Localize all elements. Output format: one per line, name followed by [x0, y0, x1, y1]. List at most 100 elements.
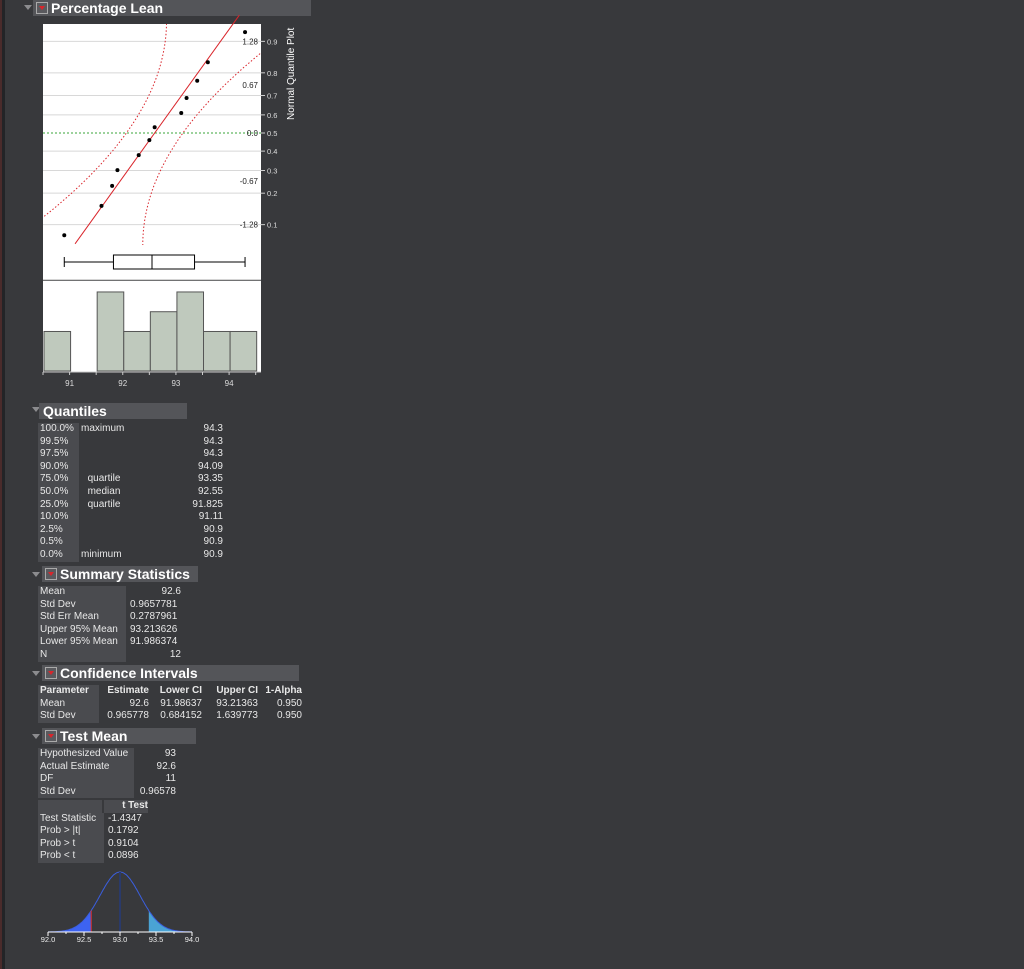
quantile-plot-frame [43, 24, 261, 245]
test-mean-label: Std Dev [38, 785, 134, 799]
summary-label: Std Dev [38, 598, 126, 612]
test-mean-row: DF 11 [38, 773, 176, 786]
t-test-row: Prob < t 0.0896 [38, 850, 148, 863]
quantile-percent: 75.0% [38, 473, 79, 486]
p-tick-label: 0.6 [267, 111, 277, 120]
quantile-label [79, 536, 127, 549]
ci-parameter: Std Dev [38, 710, 99, 723]
summary-statistics-table: Mean 92.6 Std Dev 0.9657781 Std Err Mean 0.27… [38, 586, 181, 662]
quantile-point [205, 60, 210, 65]
p-tick-label: 0.3 [267, 166, 277, 175]
density-tick-label: 93.0 [113, 935, 128, 944]
collapse-triangle-icon[interactable] [32, 671, 40, 676]
quantile-percent: 100.0% [38, 423, 79, 436]
test-mean-label: Actual Estimate [38, 760, 134, 774]
t-test-value: -1.4347 [108, 812, 142, 824]
red-triangle-menu-icon[interactable] [45, 568, 57, 580]
quantile-point [152, 125, 157, 130]
right-tail-area [148, 910, 192, 932]
ci-header-row: Parameter Estimate Lower CI Upper CI 1-Alpha [38, 685, 302, 698]
quantile-percent: 10.0% [38, 511, 79, 524]
quantile-label: maximum [81, 423, 125, 434]
quantile-row: 97.5% 94.3 [38, 448, 223, 461]
confidence-intervals-header[interactable]: Confidence Intervals [42, 665, 299, 681]
p-tick-label: 0.2 [267, 189, 277, 198]
summary-statistics-header[interactable]: Summary Statistics [42, 566, 198, 582]
test-mean-value: 93 [164, 748, 176, 759]
quantile-row: 0.0% minimum 90.9 [38, 548, 223, 562]
histogram-tick-label: 91 [65, 379, 74, 388]
summary-row: Upper 95% Mean 93.213626 [38, 623, 181, 637]
summary-row: N 12 [38, 648, 181, 662]
summary-row: Lower 95% Mean 91.986374 [38, 636, 181, 649]
quantile-point [136, 153, 141, 158]
quantile-value: 94.3 [203, 448, 223, 460]
confidence-intervals-table: Parameter Estimate Lower CI Upper CI 1-Alpha… [38, 685, 302, 723]
confidence-intervals-title: Confidence Intervals [60, 665, 198, 681]
quantile-row: 75.0% quartile 93.35 [38, 473, 223, 486]
ci-value: 0.950 [276, 710, 302, 722]
quantiles-header[interactable]: Quantiles [39, 403, 187, 419]
ci-row: Std Dev 0.965778 0.684152 1.639773 0.950 [38, 710, 302, 723]
summary-value: 0.2787961 [130, 611, 178, 623]
quantile-point [147, 138, 152, 143]
ci-column-header: Estimate [107, 685, 149, 696]
quantile-row: 100.0% maximum 94.3 [38, 423, 223, 436]
quantile-percent: 0.5% [38, 536, 79, 549]
red-triangle-menu-icon[interactable] [45, 730, 57, 742]
ci-value: 1.639773 [216, 710, 258, 722]
summary-row: Std Dev 0.9657781 [38, 598, 181, 612]
summary-value: 12 [169, 648, 181, 660]
histogram-bar [149, 311, 178, 372]
summary-value: 93.213626 [130, 623, 178, 635]
ci-column-header: Parameter [38, 685, 99, 698]
quantile-row: 99.5% 94.3 [38, 435, 223, 449]
histogram-tick-label: 94 [225, 379, 234, 388]
t-test-label: Prob > |t| [38, 825, 104, 838]
test-mean-row: Hypothesized Value 93 [38, 748, 176, 761]
summary-value: 91.986374 [130, 636, 178, 648]
test-mean-header[interactable]: Test Mean [42, 728, 196, 744]
ci-column-header: 1-Alpha [265, 685, 302, 696]
summary-value: 92.6 [161, 586, 181, 597]
summary-label: Upper 95% Mean [38, 623, 126, 637]
t-test-table: t Test Test Statistic -1.4347 Prob > |t| 0.1… [38, 800, 148, 863]
red-triangle-menu-icon[interactable] [45, 667, 57, 679]
t-test-row: Prob > |t| 0.1792 [38, 825, 148, 838]
quantile-percent: 0.0% [38, 548, 79, 562]
histogram-tick-label: 92 [118, 379, 127, 388]
z-tick-label: -0.67 [240, 177, 259, 186]
quantile-point [99, 203, 104, 208]
collapse-triangle-icon[interactable] [32, 572, 40, 577]
collapse-triangle-icon[interactable] [32, 734, 40, 739]
t-test-header-row: t Test [38, 800, 148, 813]
histogram-bar [123, 330, 151, 372]
normal-quantile-plot-label: Normal Quantile Plot [286, 28, 297, 120]
ci-value: 0.965778 [107, 710, 149, 722]
quantiles-table: 100.0% maximum 94.3 99.5% 94.3 97.5% 94.3 90.0%… [38, 423, 223, 562]
quantile-percent: 97.5% [38, 448, 79, 461]
quantile-point [115, 168, 120, 173]
quantile-value: 91.11 [198, 511, 223, 523]
quantile-label [79, 461, 127, 474]
summary-label: N [38, 648, 126, 662]
quantile-point [179, 110, 184, 115]
quantile-value: 91.825 [192, 498, 223, 510]
quantile-value: 90.9 [203, 523, 223, 535]
t-test-row: Test Statistic -1.4347 [38, 812, 148, 826]
quantile-label: median [87, 485, 121, 497]
quantiles-title: Quantiles [43, 403, 107, 419]
box-iqr [112, 254, 196, 270]
ci-value: 0.684152 [160, 710, 202, 722]
p-tick-label: 0.1 [267, 221, 277, 230]
test-mean-value: 92.6 [156, 760, 176, 772]
summary-statistics-title: Summary Statistics [60, 566, 190, 582]
summary-label: Std Err Mean [38, 611, 126, 624]
ci-column-header: Upper CI [216, 685, 258, 696]
t-test-header-blank [38, 800, 102, 813]
histogram-bar [229, 330, 258, 372]
summary-label: Mean [38, 586, 126, 599]
p-tick-label: 0.8 [267, 69, 277, 78]
t-test-value: 0.0896 [108, 850, 139, 862]
quantile-row: 0.5% 90.9 [38, 536, 223, 549]
